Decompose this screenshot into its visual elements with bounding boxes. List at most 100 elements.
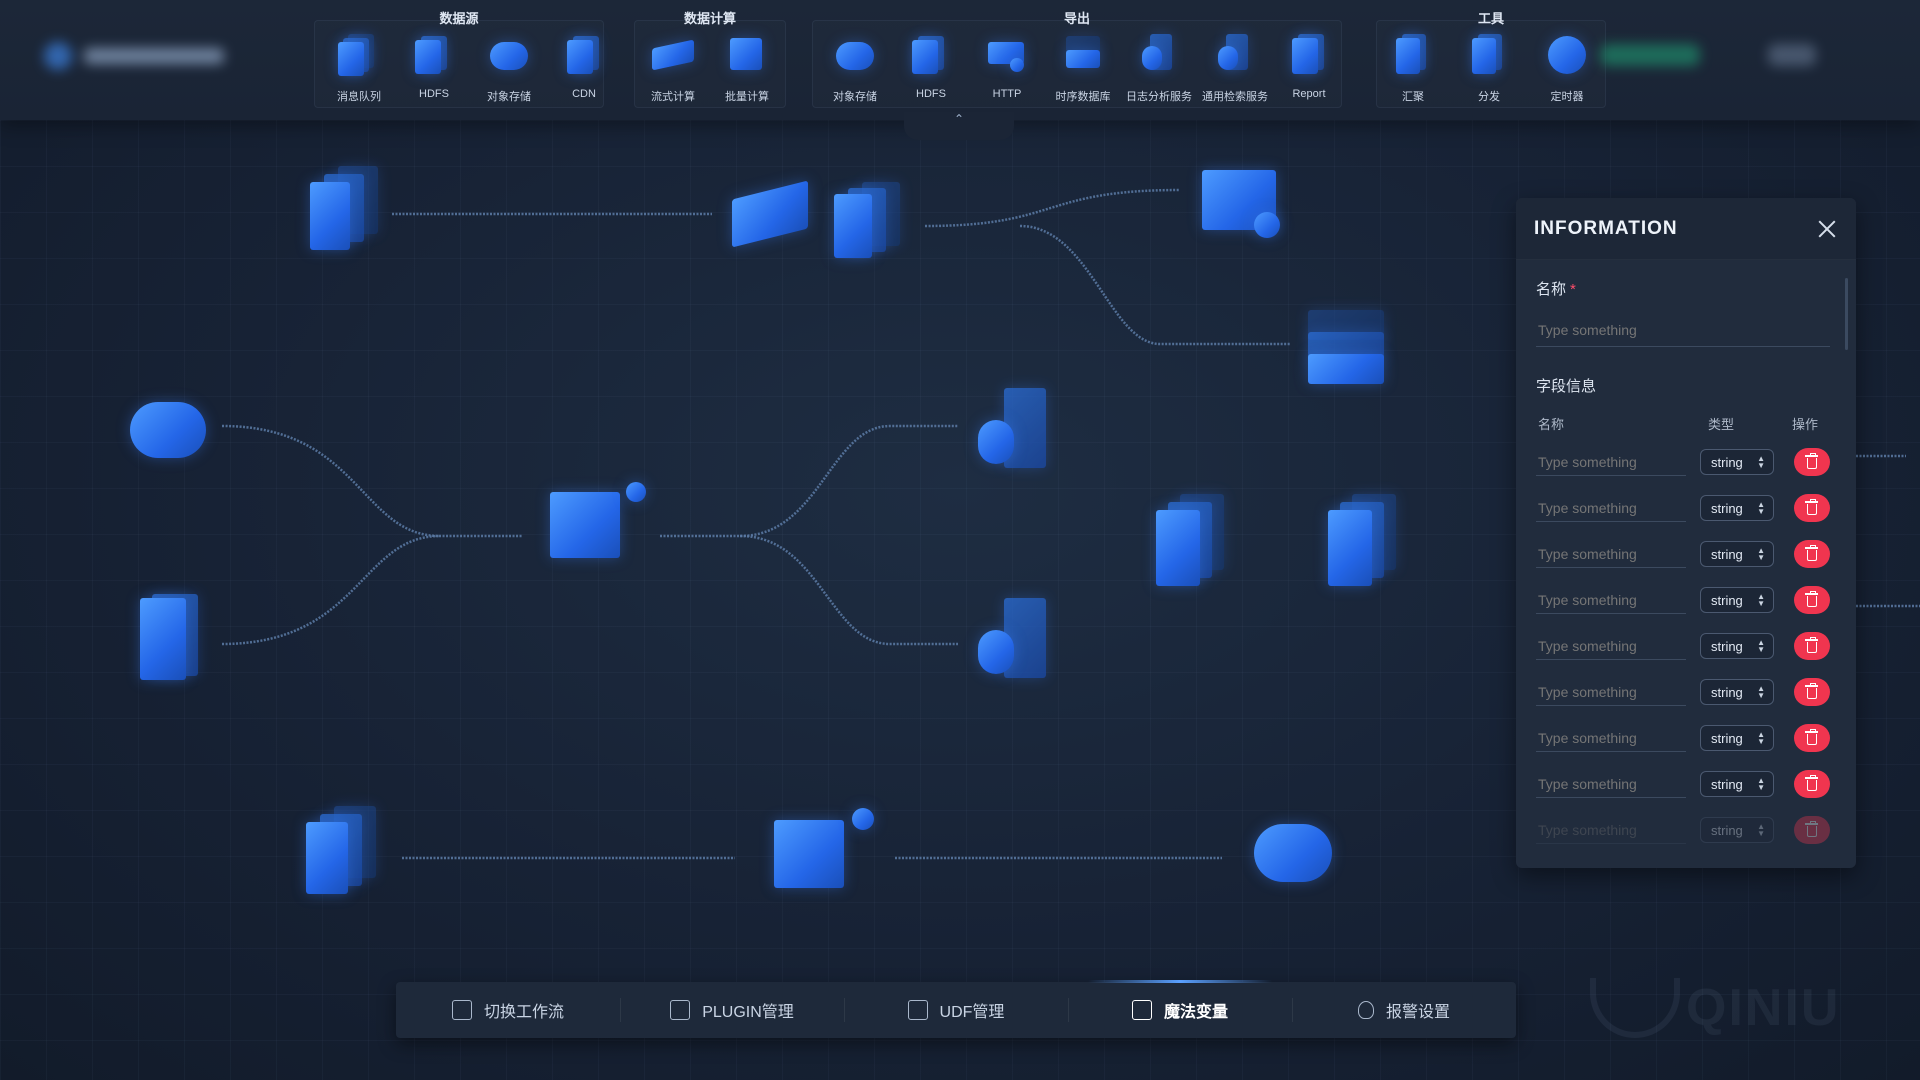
node-tsdb-export[interactable] (1304, 304, 1390, 390)
fields-section-title: 字段信息 (1536, 378, 1597, 395)
tool-hdfs[interactable]: HDFS (399, 32, 469, 100)
plugin-manage-button[interactable]: PLUGIN管理 (620, 982, 844, 1038)
tool-distribute[interactable]: 分发 (1454, 32, 1524, 104)
field-type-select[interactable]: string ▲ ▼ (1700, 633, 1774, 659)
delete-field-button[interactable] (1794, 494, 1830, 522)
tool-stream-compute[interactable]: 流式计算 (638, 32, 708, 104)
field-type-select[interactable]: string ▲ ▼ (1700, 449, 1774, 475)
toolbar-group-export: 导出 对象存储 HDFS HTTP 时序数据库 日志分析服务 通用检索服务 Re… (812, 8, 1342, 112)
close-icon[interactable] (1816, 218, 1838, 240)
trash-icon (1805, 729, 1818, 745)
tool-batch-compute[interactable]: 批量计算 (712, 32, 782, 104)
field-type-select[interactable]: string ▲ ▼ (1700, 817, 1774, 843)
toolbar-group-sources: 数据源 消息队列 HDFS 对象存储 CDN (314, 8, 604, 112)
node-log-analysis-export[interactable] (974, 384, 1056, 480)
field-name-input[interactable] (1536, 678, 1686, 706)
plugin-icon (670, 1000, 691, 1020)
name-input[interactable] (1536, 313, 1830, 347)
field-type-select[interactable]: string ▲ ▼ (1700, 495, 1774, 521)
tool-merge[interactable]: 汇聚 (1378, 32, 1448, 104)
field-row: string▲▼ (1536, 485, 1836, 531)
chevron-up-icon: ⌃ (953, 112, 965, 126)
group-title: 工具 (1477, 11, 1504, 26)
delete-field-button[interactable] (1794, 448, 1830, 476)
timer-icon (1544, 32, 1590, 78)
sort-arrows-icon: ▲ ▼ (1757, 730, 1765, 746)
field-type-select[interactable]: string ▲ ▼ (1700, 587, 1774, 613)
switch-workflow-button[interactable]: 切换工作流 (396, 982, 620, 1038)
field-name-input[interactable] (1536, 724, 1686, 752)
group-title: 数据计算 (683, 11, 736, 26)
node-object-storage-source[interactable] (126, 392, 212, 472)
node-message-queue[interactable] (298, 166, 384, 256)
name-label: 名称 * (1536, 281, 1576, 298)
panel-title: INFORMATION (1534, 217, 1678, 239)
magic-variable-button[interactable]: 魔法变量 (1068, 980, 1292, 1038)
watermark-text: QINIU (1686, 979, 1841, 1037)
tool-timer[interactable]: 定时器 (1532, 32, 1602, 104)
delete-field-button[interactable] (1794, 540, 1830, 568)
distribute-icon (1466, 32, 1512, 78)
delete-field-button[interactable] (1794, 816, 1830, 844)
field-name-input[interactable] (1536, 494, 1686, 522)
collapse-toolbar-button[interactable]: ⌃ (904, 112, 1014, 140)
udf-manage-button[interactable]: UDF管理 (844, 982, 1068, 1038)
node-batch-compute[interactable] (546, 480, 656, 570)
magic-variable-icon (1131, 1000, 1152, 1020)
tool-export-http[interactable]: HTTP (972, 32, 1042, 100)
field-row: string▲▼ (1536, 623, 1836, 669)
field-type-select[interactable]: string ▲ ▼ (1700, 725, 1774, 751)
col-action: 操作 (1792, 417, 1819, 432)
sort-arrows-icon: ▲ ▼ (1757, 822, 1765, 838)
node-object-storage-export[interactable] (1250, 814, 1338, 898)
field-row: string▲▼ (1536, 531, 1836, 577)
tool-export-log-analysis[interactable]: 日志分析服务 (1124, 32, 1194, 104)
node-http-export[interactable] (1198, 166, 1288, 246)
alert-bulb-icon (1357, 1001, 1374, 1019)
delete-field-button[interactable] (1794, 724, 1830, 752)
delete-field-button[interactable] (1794, 632, 1830, 660)
node-batch-compute-2[interactable] (770, 806, 880, 900)
tool-export-search-service[interactable]: 通用检索服务 (1200, 32, 1270, 104)
field-name-input[interactable] (1536, 540, 1686, 568)
tool-message-queue[interactable]: 消息队列 (324, 32, 394, 104)
field-name-input[interactable] (1536, 770, 1686, 798)
field-type-select[interactable]: string ▲ ▼ (1700, 771, 1774, 797)
tool-export-object-storage[interactable]: 对象存储 (820, 32, 890, 104)
tsdb-icon (1060, 32, 1106, 78)
tool-cdn[interactable]: CDN (549, 32, 619, 100)
node-hdfs-source[interactable] (136, 590, 206, 684)
tool-object-storage[interactable]: 对象存储 (474, 32, 544, 104)
field-type-select[interactable]: string ▲ ▼ (1700, 679, 1774, 705)
field-name-input[interactable] (1536, 586, 1686, 614)
tool-export-report[interactable]: Report (1274, 32, 1344, 100)
node-cdn-source[interactable] (298, 806, 384, 900)
delete-field-button[interactable] (1794, 678, 1830, 706)
node-stream-compute[interactable] (726, 180, 816, 256)
fields-table-header: 名称 类型 操作 (1536, 414, 1836, 433)
group-title: 数据源 (439, 11, 479, 26)
tool-export-hdfs[interactable]: HDFS (896, 32, 966, 100)
field-name-input[interactable] (1536, 448, 1686, 476)
field-row: string▲▼ (1536, 807, 1836, 853)
trash-icon (1805, 821, 1818, 837)
node-search-service-export[interactable] (974, 594, 1056, 690)
field-name-input[interactable] (1536, 632, 1686, 660)
stream-compute-icon (650, 32, 696, 78)
trash-icon (1805, 775, 1818, 791)
alert-settings-button[interactable]: 报警设置 (1292, 982, 1516, 1038)
tool-export-tsdb[interactable]: 时序数据库 (1048, 32, 1118, 104)
sort-arrows-icon: ▲ ▼ (1757, 500, 1765, 516)
sort-arrows-icon: ▲ ▼ (1757, 546, 1765, 562)
field-type-select[interactable]: string ▲ ▼ (1700, 541, 1774, 567)
message-queue-icon (336, 32, 382, 78)
delete-field-button[interactable] (1794, 586, 1830, 614)
node-distribute-tool[interactable] (1322, 494, 1412, 594)
field-name-input[interactable] (1536, 816, 1686, 844)
user-avatar (1768, 44, 1816, 66)
toolbar-group-compute: 数据计算 流式计算 批量计算 (634, 8, 786, 112)
node-merge-tool[interactable] (1150, 494, 1240, 594)
node-message-queue-2[interactable] (826, 182, 910, 262)
delete-field-button[interactable] (1794, 770, 1830, 798)
udf-icon (907, 1000, 928, 1020)
